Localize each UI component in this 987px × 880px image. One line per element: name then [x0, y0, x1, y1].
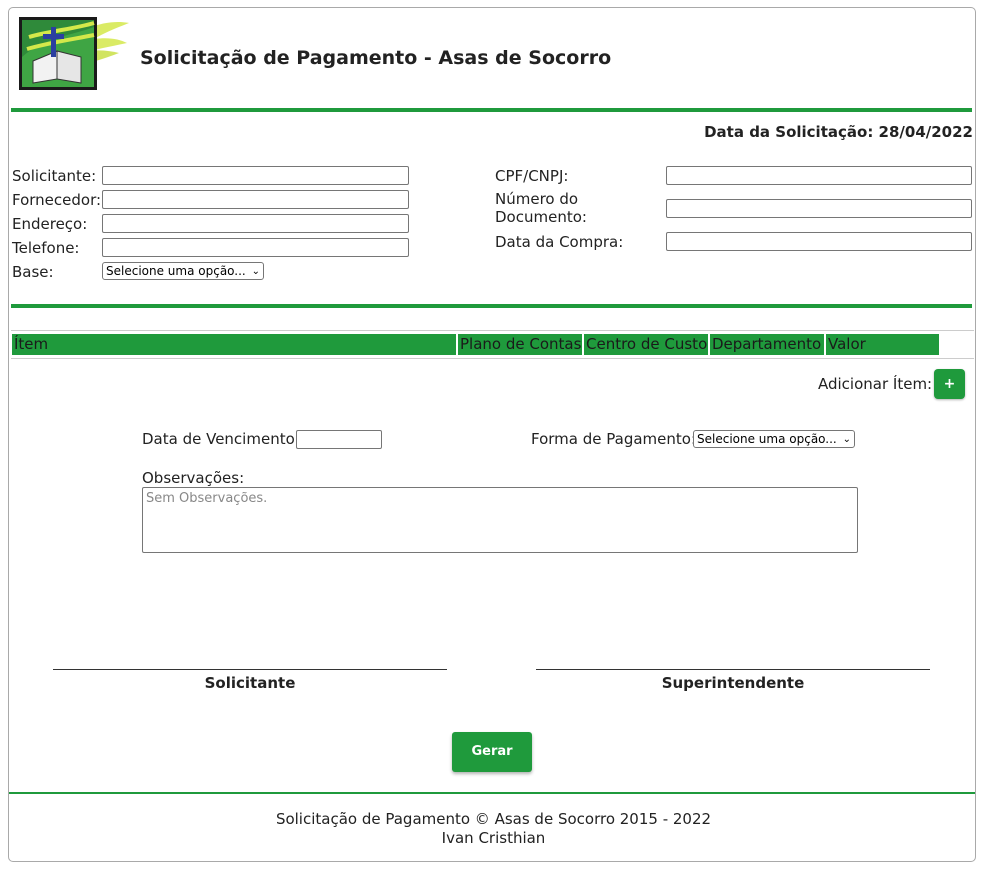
col-item: Ítem	[12, 334, 456, 355]
add-item-label: Adicionar Ítem:	[818, 375, 933, 393]
chevron-down-icon: ⌄	[251, 265, 260, 277]
endereco-label: Endereço:	[12, 215, 88, 233]
signature-label-solicitante: Solicitante	[204, 674, 296, 692]
observacoes-placeholder: Sem Observações.	[146, 491, 268, 506]
chevron-down-icon: ⌄	[842, 433, 851, 445]
base-label: Base:	[12, 263, 54, 281]
forma-pagamento-select-value: Selecione uma opção...	[697, 432, 837, 446]
solicitante-label: Solicitante:	[12, 167, 97, 185]
form-divider	[11, 304, 972, 308]
fornecedor-label: Fornecedor:	[12, 191, 102, 209]
base-select-value: Selecione uma opção...	[106, 264, 246, 278]
col-valor: Valor	[826, 334, 939, 355]
fornecedor-input[interactable]	[102, 190, 409, 209]
gerar-button[interactable]: Gerar	[452, 732, 532, 772]
numero-documento-input[interactable]	[666, 199, 972, 218]
data-compra-input[interactable]	[666, 232, 972, 251]
items-table-header: Ítem Plano de Contas Centro de Custo Dep…	[11, 330, 974, 359]
vencimento-label: Data de Vencimento:	[142, 430, 300, 448]
col-plano-contas: Plano de Contas	[458, 334, 582, 355]
add-item-button[interactable]: +	[934, 369, 965, 399]
page-title: Solicitação de Pagamento - Asas de Socor…	[140, 47, 612, 69]
cpf-input[interactable]	[666, 166, 972, 185]
telefone-label: Telefone:	[12, 239, 80, 257]
data-compra-label: Data da Compra:	[495, 233, 624, 251]
footer-author: Ivan Cristhian	[441, 829, 546, 847]
forma-pagamento-label: Forma de Pagamento:	[531, 430, 696, 448]
signature-label-superintendente: Superintendente	[661, 674, 805, 692]
cpf-label: CPF/CNPJ:	[495, 167, 569, 185]
col-departamento: Departamento	[710, 334, 824, 355]
col-centro-custo: Centro de Custo	[584, 334, 708, 355]
base-select[interactable]: Selecione uma opção... ⌄	[102, 262, 264, 280]
footer-divider	[9, 792, 975, 794]
observacoes-textarea[interactable]: Sem Observações.	[142, 487, 858, 553]
observacoes-label: Observações:	[142, 469, 245, 487]
telefone-input[interactable]	[102, 238, 409, 257]
vencimento-input[interactable]	[296, 430, 382, 449]
signature-line-solicitante	[53, 669, 447, 670]
endereco-input[interactable]	[102, 214, 409, 233]
request-date: Data da Solicitação: 28/04/2022	[704, 123, 973, 141]
footer-copyright: Solicitação de Pagamento © Asas de Socor…	[275, 810, 712, 828]
forma-pagamento-select[interactable]: Selecione uma opção... ⌄	[693, 430, 855, 448]
solicitante-input[interactable]	[102, 166, 409, 185]
header-divider	[11, 108, 972, 112]
logo	[19, 17, 129, 90]
signature-line-superintendente	[536, 669, 930, 670]
numero-documento-label: Número do Documento:	[495, 190, 587, 226]
